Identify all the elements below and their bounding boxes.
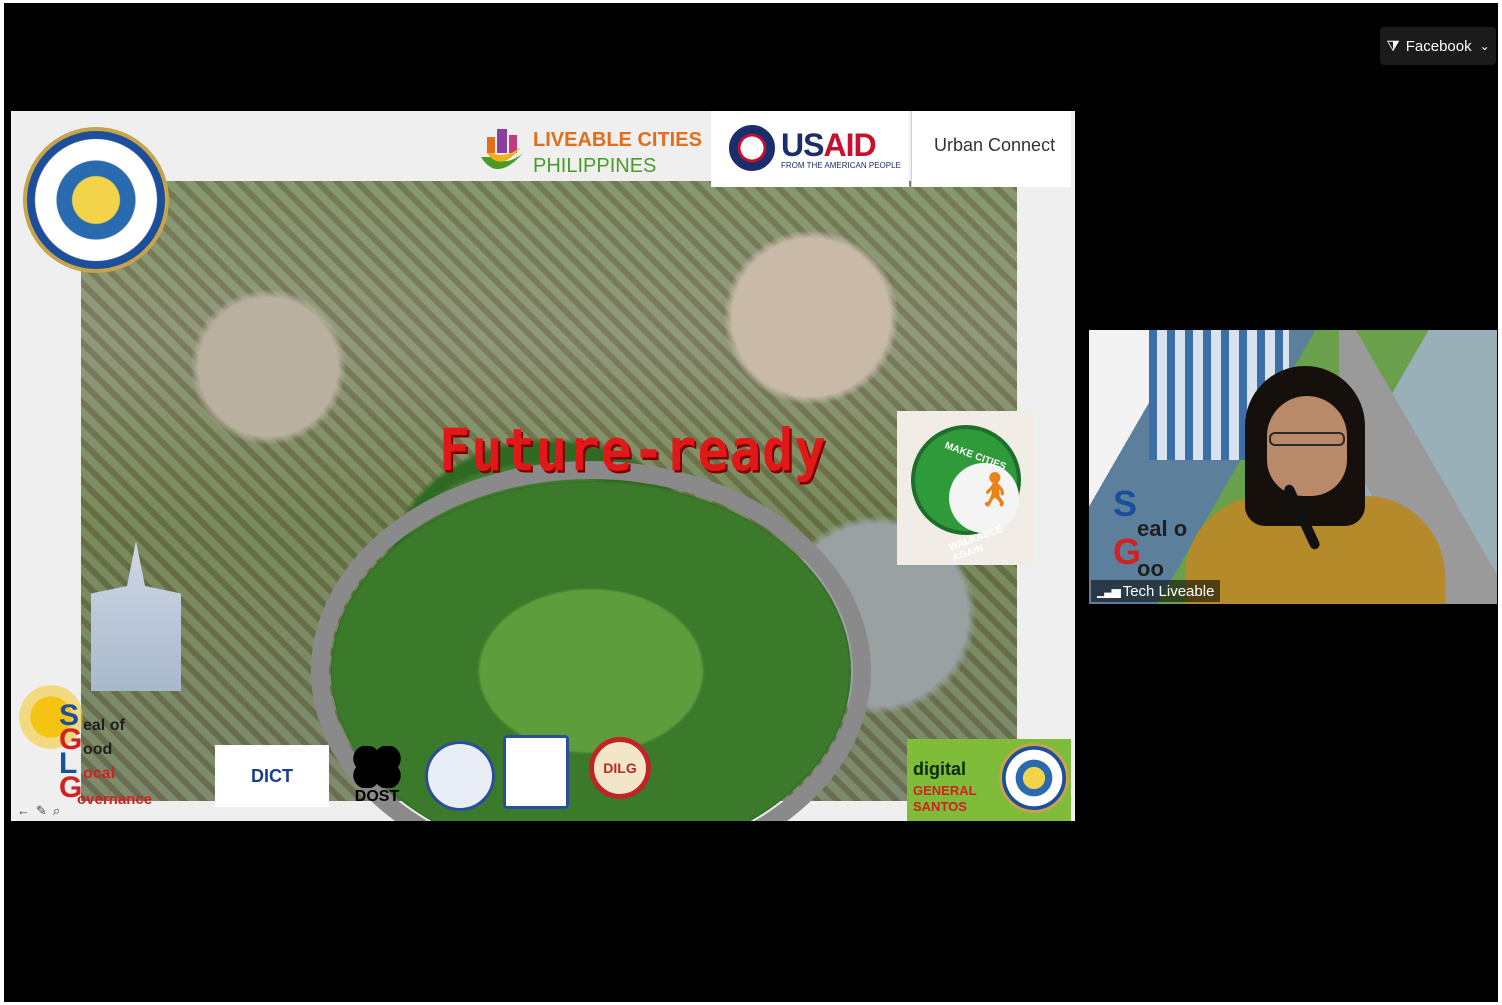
walkable-cities-badge: 🚶︎ MAKE CITIES WALKABLE AGAIN — [897, 411, 1035, 565]
speaker-glasses — [1269, 432, 1345, 446]
sglg-word-good: ood — [83, 741, 113, 758]
liveable-cities-mark-icon — [481, 129, 523, 170]
urban-connect-logo: Urban Connect — [911, 111, 1071, 187]
speaker-face — [1267, 396, 1347, 496]
participant-name-label: ▁▃▅ Tech Liveable — [1091, 580, 1221, 602]
chevron-down-icon: ⌄ — [1479, 39, 1490, 53]
sglg-word-local: ocal — [83, 765, 116, 782]
pen-icon[interactable]: ✎ — [36, 803, 47, 819]
stream-destination-dropdown[interactable]: ⧩ Facebook ⌄ — [1380, 27, 1496, 65]
seal-of-good-local-governance-logo: S G L G eal of ood ocal overnance — [15, 677, 195, 817]
dost-logo: DOST — [347, 741, 407, 811]
digital-general-text: GENERAL — [913, 783, 977, 798]
meeting-stage: ⧩ Facebook ⌄ Future-ready 1968 LIVEABLE … — [4, 3, 1498, 1002]
urban-connect-text: Urban Connect — [934, 135, 1056, 155]
dilg-logo: DILG — [589, 737, 651, 799]
dilg-text: DILG — [603, 760, 637, 776]
aerial-city-photo — [81, 181, 1017, 821]
digital-general-santos-logo: digital GENERAL SANTOS — [907, 739, 1071, 821]
digital-text: digital — [913, 759, 966, 779]
dost-mark-icon — [351, 746, 403, 788]
usaid-aid: AID — [823, 127, 876, 163]
slide-headline: Future-ready — [439, 417, 827, 485]
dhsud-logo — [503, 735, 569, 809]
participant-video-tile[interactable]: S eal o G oo ▁▃▅ Tech Liveable — [1089, 330, 1497, 604]
dict-logo: DICT — [215, 745, 329, 807]
usaid-tagline: FROM THE AMERICAN PEOPLE — [781, 161, 901, 170]
signal-strength-icon: ▁▃▅ — [1097, 584, 1121, 598]
walkable-badge-ring: 🚶︎ MAKE CITIES WALKABLE AGAIN — [911, 425, 1021, 564]
usaid-us: US — [781, 127, 824, 163]
agency-emblem-logo — [425, 741, 495, 811]
shared-screen-slide: Future-ready 1968 LIVEABLE CITIES PHILIP… — [11, 111, 1075, 821]
sglg-word-governance: overnance — [77, 791, 153, 808]
city-seal-logo: 1968 — [23, 127, 169, 273]
overlay-word-seal: eal o — [1137, 516, 1188, 541]
usaid-seal-icon — [729, 125, 775, 171]
liveable-cities-subtitle: PHILIPPINES — [533, 155, 657, 177]
usaid-logo: USAID FROM THE AMERICAN PEOPLE — [711, 111, 909, 187]
zoom-icon[interactable]: ⌕ — [53, 803, 60, 819]
overlay-word-good: oo — [1137, 556, 1164, 581]
city-seal-small-logo — [999, 743, 1069, 813]
overlay-letter-s: S — [1113, 483, 1138, 524]
previous-slide-icon[interactable]: ← — [17, 803, 30, 819]
sglg-word-seal: eal of — [83, 717, 125, 734]
stream-platform-label: Facebook — [1405, 37, 1472, 55]
slide-controls: ← ✎ ⌕ — [17, 803, 60, 819]
speaker-figure — [1185, 366, 1485, 604]
broadcast-icon: ⧩ — [1386, 37, 1400, 55]
usaid-wordmark: USAID — [781, 127, 877, 164]
dost-text: DOST — [354, 788, 400, 805]
seal-year: 1968 — [87, 239, 112, 251]
dict-text: DICT — [251, 765, 293, 786]
digital-santos-text: SANTOS — [913, 799, 967, 814]
walking-person-icon: 🚶︎ — [973, 471, 1017, 509]
church-building — [91, 541, 181, 691]
liveable-cities-title: LIVEABLE CITIES — [533, 129, 702, 151]
liveable-cities-logo: LIVEABLE CITIES PHILIPPINES — [477, 119, 707, 183]
participant-name: Tech Liveable — [1122, 582, 1215, 600]
